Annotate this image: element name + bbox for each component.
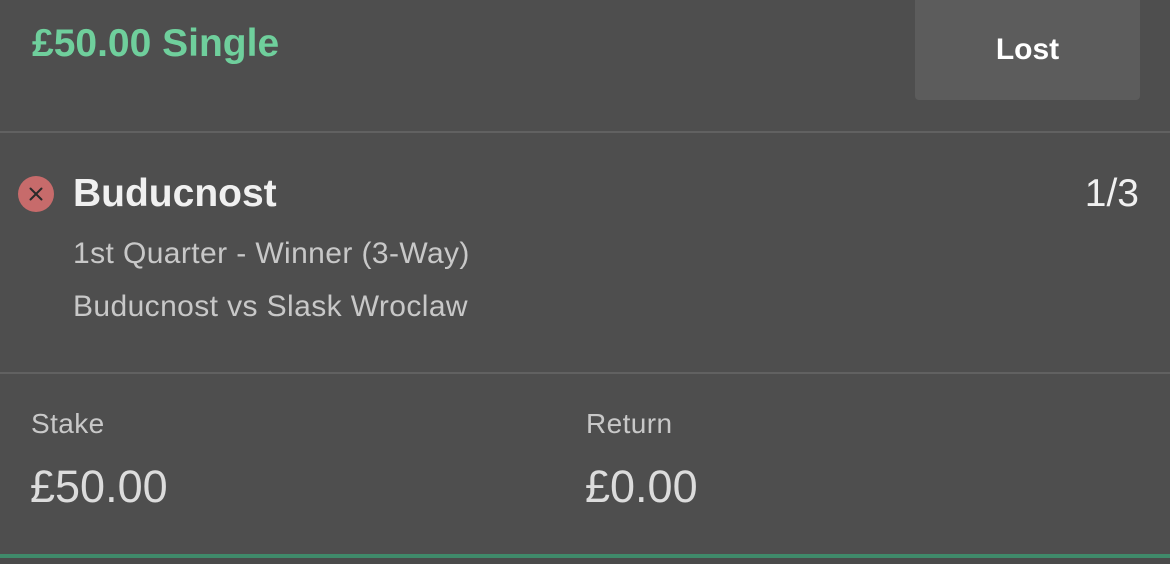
selection-odds: 1/3	[1084, 172, 1139, 215]
selection-name: Buducnost	[73, 172, 277, 215]
close-icon	[18, 176, 54, 212]
return-label: Return	[586, 408, 673, 439]
bottom-edge	[0, 558, 1170, 564]
bet-title: £50.00 Single	[32, 22, 280, 65]
stake-value: £50.00	[30, 461, 168, 512]
bet-header: £50.00 Single Lost	[0, 0, 1170, 132]
selection-divider	[0, 372, 1170, 374]
market-name: 1st Quarter - Winner (3-Way)	[73, 237, 470, 270]
close-icon-glyph	[29, 187, 43, 201]
event-name: Buducnost vs Slask Wroclaw	[73, 290, 468, 323]
bet-status-button[interactable]: Lost	[915, 0, 1140, 100]
return-value: £0.00	[585, 461, 698, 512]
header-divider	[0, 131, 1170, 133]
stake-label: Stake	[31, 408, 105, 439]
